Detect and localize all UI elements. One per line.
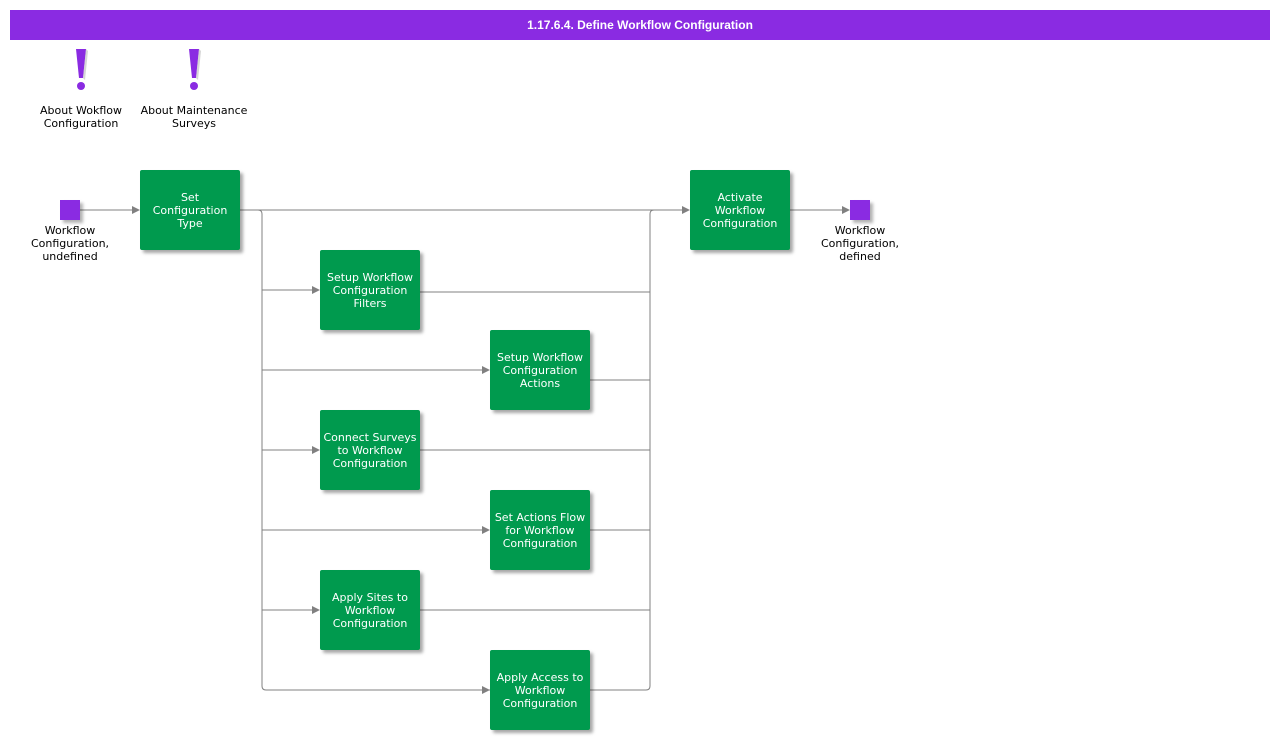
task-setup-configuration-filters[interactable]: Setup Workflow Configuration Filters (320, 250, 420, 330)
task-apply-sites[interactable]: Apply Sites to Workflow Configuration (320, 570, 420, 650)
note-about-maintenance-surveys[interactable]: About Maintenance Surveys (139, 48, 249, 130)
task-apply-access[interactable]: Apply Access to Workflow Configuration (490, 650, 590, 730)
end-state-label: Workflow Configuration, defined (820, 224, 900, 263)
task-connect-surveys[interactable]: Connect Surveys to Workflow Configuratio… (320, 410, 420, 490)
note-about-workflow-configuration[interactable]: About Wokflow Configuration (26, 48, 136, 130)
note-label: About Maintenance Surveys (140, 104, 248, 130)
start-state[interactable] (60, 200, 80, 220)
exclamation-icon (139, 48, 249, 98)
note-label: About Wokflow Configuration (39, 104, 122, 130)
exclamation-icon (26, 48, 136, 98)
start-state-label: Workflow Configuration, undefined (30, 224, 110, 263)
task-set-configuration-type[interactable]: Set Configuration Type (140, 170, 240, 250)
task-activate-configuration[interactable]: Activate Workflow Configuration (690, 170, 790, 250)
task-setup-configuration-actions[interactable]: Setup Workflow Configuration Actions (490, 330, 590, 410)
end-state[interactable] (850, 200, 870, 220)
task-set-actions-flow[interactable]: Set Actions Flow for Workflow Configurat… (490, 490, 590, 570)
